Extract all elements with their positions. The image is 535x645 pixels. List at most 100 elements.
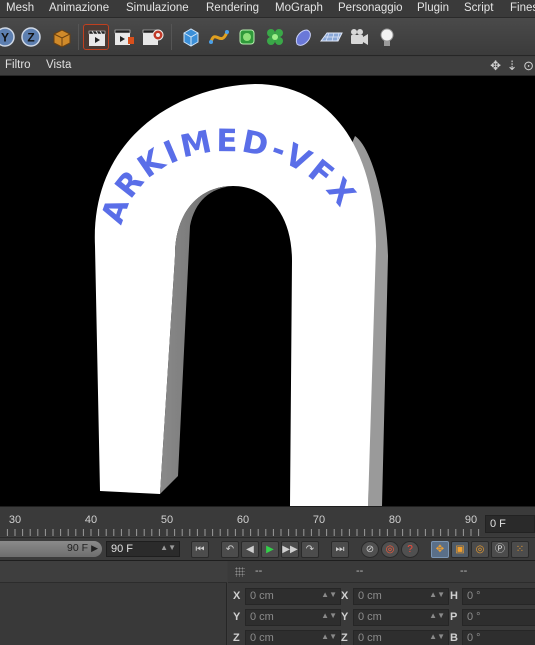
size-y-field[interactable]: 0 cm ▲▼ bbox=[353, 609, 449, 626]
autokey-icon[interactable]: ◎ bbox=[381, 541, 399, 558]
viewport-navigation-icons[interactable]: ✥ ⇣ ⊙ bbox=[490, 58, 535, 74]
menu-finestra[interactable]: Finestra bbox=[510, 2, 535, 14]
current-frame-field[interactable]: 0 F bbox=[485, 515, 535, 533]
spinner-icon[interactable]: ▲▼ bbox=[321, 632, 337, 641]
rot-h-field[interactable]: 0 ° bbox=[462, 588, 535, 605]
pos-y-label: Y bbox=[233, 611, 241, 623]
array-icon[interactable] bbox=[262, 24, 288, 50]
toolbar-separator bbox=[78, 24, 79, 50]
size-x-field[interactable]: 0 cm ▲▼ bbox=[353, 588, 449, 605]
spinner-icon[interactable]: ▲▼ bbox=[429, 590, 445, 599]
play-button[interactable]: ▶ bbox=[261, 541, 279, 558]
ruler-tick-label: 60 bbox=[237, 514, 249, 526]
menu-mesh[interactable]: Mesh bbox=[6, 2, 34, 14]
rot-p-field[interactable]: 0 ° bbox=[462, 609, 535, 626]
materials-panel[interactable] bbox=[0, 561, 227, 645]
position-mode-label[interactable]: -- bbox=[255, 565, 262, 577]
key-pla-icon[interactable]: ⁙ bbox=[511, 541, 529, 558]
pos-x-field[interactable]: 0 cm ▲▼ bbox=[245, 588, 341, 605]
spinner-icon[interactable]: ▲▼ bbox=[160, 543, 176, 552]
axis-z-lock-button[interactable]: Z bbox=[18, 24, 44, 50]
spinner-icon[interactable]: ▲▼ bbox=[429, 611, 445, 620]
viewport-header: Filtro Vista ✥ ⇣ ⊙ bbox=[0, 57, 535, 76]
keyframe-selection-icon[interactable]: ? bbox=[401, 541, 419, 558]
menu-bar: Mesh Animazione Simulazione Rendering Mo… bbox=[0, 0, 535, 18]
coord-row-y: Y 0 cm ▲▼ Y 0 cm ▲▼ P 0 ° bbox=[228, 608, 535, 628]
render-view-icon[interactable] bbox=[83, 24, 109, 50]
spline-pen-icon[interactable] bbox=[206, 24, 232, 50]
menu-plugin[interactable]: Plugin bbox=[417, 2, 449, 14]
ruler-tick-label: 40 bbox=[85, 514, 97, 526]
spinner-icon[interactable]: ▲▼ bbox=[321, 611, 337, 620]
camera-icon[interactable] bbox=[346, 24, 372, 50]
render-picture-viewer-icon[interactable] bbox=[111, 24, 137, 50]
ruler-ticks: 30 40 50 60 70 80 90 bbox=[6, 514, 480, 536]
key-rotation-icon[interactable]: ◎ bbox=[471, 541, 489, 558]
size-mode-label[interactable]: -- bbox=[356, 565, 363, 577]
pos-x-label: X bbox=[233, 590, 241, 602]
size-z-field[interactable]: 0 cm ▲▼ bbox=[353, 630, 449, 645]
panel-grip-icon[interactable] bbox=[235, 567, 245, 577]
ruler[interactable]: 30 40 50 60 70 80 90 bbox=[0, 507, 480, 537]
coordinate-system-icon[interactable] bbox=[48, 24, 74, 50]
main-toolbar: Y Z bbox=[0, 18, 535, 56]
viewport-menu-filtro[interactable]: Filtro bbox=[5, 59, 31, 71]
next-frame-button[interactable]: ▶▶ bbox=[281, 541, 299, 558]
go-to-end-button[interactable]: ⏭ bbox=[331, 541, 349, 558]
light-icon[interactable] bbox=[374, 24, 400, 50]
ruler-tick-label: 30 bbox=[9, 514, 21, 526]
key-scale-icon[interactable]: ▣ bbox=[451, 541, 469, 558]
menu-simulazione[interactable]: Simulazione bbox=[126, 2, 189, 14]
floor-icon[interactable] bbox=[318, 24, 344, 50]
toolbar-separator bbox=[171, 24, 172, 50]
size-z-label: Z bbox=[341, 632, 348, 644]
rot-h-value: 0 ° bbox=[467, 590, 481, 602]
rot-p-value: 0 ° bbox=[467, 611, 481, 623]
viewport-canvas: ARKIMED-VFX bbox=[95, 84, 388, 506]
end-frame-field[interactable]: 90 F ▲▼ bbox=[106, 541, 180, 557]
3d-viewport[interactable]: ARKIMED-VFX bbox=[0, 76, 535, 506]
transport-bar: 90 F ▶ 90 F ▲▼ ⏮ ↶ ◀ ▶ ▶▶ ↷ ⏭ ⊘ ◎ ? ✥ ▣ … bbox=[0, 537, 535, 561]
frame-range-slider[interactable]: 90 F ▶ bbox=[0, 541, 102, 557]
cube-icon[interactable] bbox=[178, 24, 204, 50]
menu-personaggio[interactable]: Personaggio bbox=[338, 2, 403, 14]
viewport-menu-vista[interactable]: Vista bbox=[46, 59, 71, 71]
key-position-icon[interactable]: ✥ bbox=[431, 541, 449, 558]
rotation-mode-label[interactable]: -- bbox=[460, 565, 467, 577]
render-settings-icon[interactable] bbox=[139, 24, 165, 50]
pos-y-value: 0 cm bbox=[250, 611, 274, 623]
coord-row-z: Z 0 cm ▲▼ Z 0 cm ▲▼ B 0 ° bbox=[228, 629, 535, 645]
previous-key-button[interactable]: ↶ bbox=[221, 541, 239, 558]
menu-script[interactable]: Script bbox=[464, 2, 493, 14]
ruler-tick-label: 50 bbox=[161, 514, 173, 526]
spinner-icon[interactable]: ▲▼ bbox=[429, 632, 445, 641]
record-keys-icon[interactable]: ⊘ bbox=[361, 541, 379, 558]
rot-b-value: 0 ° bbox=[467, 632, 481, 644]
coordinates-panel: -- -- -- X 0 cm ▲▼ X 0 cm ▲▼ H 0 ° Y 0 cm ▲… bbox=[228, 561, 535, 645]
deformer-icon[interactable] bbox=[290, 24, 316, 50]
pos-y-field[interactable]: 0 cm ▲▼ bbox=[245, 609, 341, 626]
menu-rendering[interactable]: Rendering bbox=[206, 2, 259, 14]
next-key-button[interactable]: ↷ bbox=[301, 541, 319, 558]
key-parameter-icon[interactable]: Ⓟ bbox=[491, 541, 509, 558]
pos-z-value: 0 cm bbox=[250, 632, 274, 644]
pos-z-field[interactable]: 0 cm ▲▼ bbox=[245, 630, 341, 645]
menu-mograph[interactable]: MoGraph bbox=[275, 2, 323, 14]
slider-arrow-icon[interactable]: ▶ bbox=[91, 543, 98, 554]
subdivision-surface-icon[interactable] bbox=[234, 24, 260, 50]
go-to-start-button[interactable]: ⏮ bbox=[191, 541, 209, 558]
ruler-tick-label: 70 bbox=[313, 514, 325, 526]
axis-y-lock-button[interactable]: Y bbox=[0, 24, 18, 50]
previous-frame-button[interactable]: ◀ bbox=[241, 541, 259, 558]
pos-z-label: Z bbox=[233, 632, 240, 644]
axis-y-label: Y bbox=[1, 31, 9, 45]
rot-h-label: H bbox=[450, 590, 458, 602]
timeline-ruler[interactable]: 30 40 50 60 70 80 90 0 F bbox=[0, 506, 535, 536]
rot-b-field[interactable]: 0 ° bbox=[462, 630, 535, 645]
size-z-value: 0 cm bbox=[358, 632, 382, 644]
menu-animazione[interactable]: Animazione bbox=[49, 2, 109, 14]
end-frame-value: 90 F bbox=[111, 543, 134, 555]
slider-value: 90 F bbox=[66, 542, 88, 554]
spinner-icon[interactable]: ▲▼ bbox=[321, 590, 337, 599]
coordinates-header: -- -- -- bbox=[228, 561, 535, 583]
